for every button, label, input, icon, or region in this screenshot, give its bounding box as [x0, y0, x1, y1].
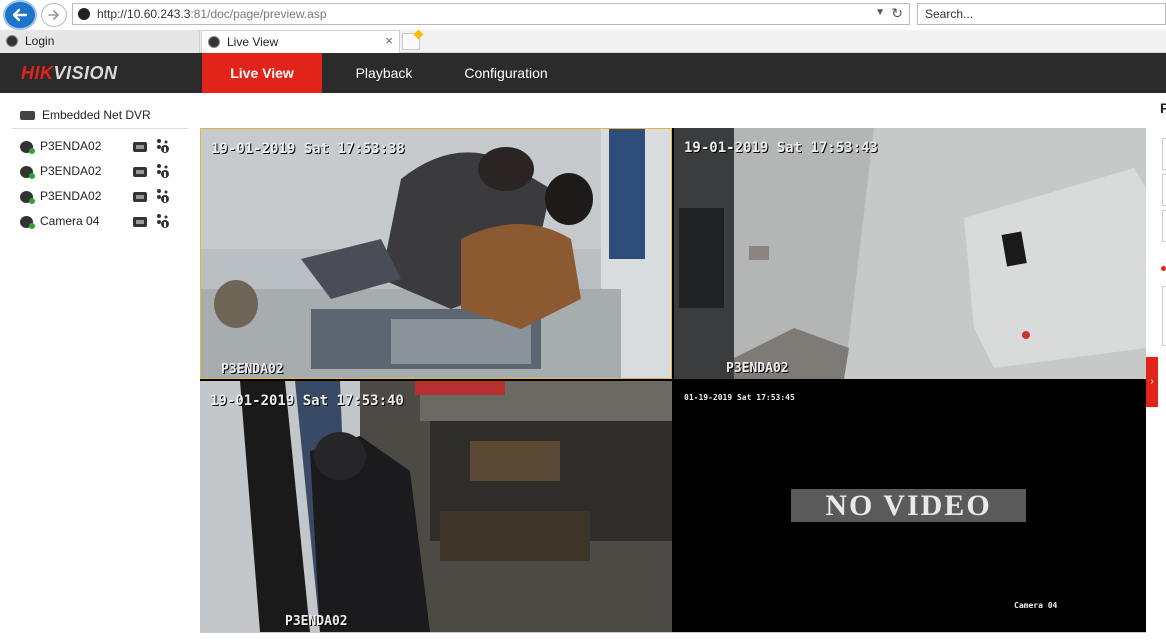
- url-path: :81/doc/page/preview.asp: [190, 7, 327, 21]
- record-icon[interactable]: [133, 192, 147, 202]
- arrow-left-icon: [12, 8, 28, 22]
- device-name: Embedded Net DVR: [42, 108, 151, 122]
- device-node[interactable]: Embedded Net DVR: [20, 108, 151, 122]
- video-pane[interactable]: 01-19-2019 Sat 17:53:45 NO VIDEO Camera …: [674, 381, 1146, 632]
- camera-label-overlay: P3ENDA02: [221, 362, 284, 377]
- camera-item[interactable]: Camera 04: [20, 213, 180, 233]
- video-grid: 19-01-2019 Sat 17:53:38 P3ENDA02 19-01-2…: [200, 128, 1146, 632]
- camera-icon: [20, 216, 35, 229]
- ptz-icon[interactable]: [154, 138, 170, 154]
- app-header: HIKVISION Live View Playback Configurati…: [0, 53, 1166, 93]
- tab-favicon-icon: [208, 36, 220, 48]
- camera-icon: [20, 191, 35, 204]
- close-tab-icon[interactable]: ×: [385, 33, 393, 48]
- device-tree-panel: Embedded Net DVR P3ENDA02 P3ENDA02 P3END…: [0, 93, 200, 640]
- tab-live-view[interactable]: Live View ×: [201, 30, 400, 53]
- camera-label-overlay: Camera 04: [1014, 601, 1058, 610]
- camera-icon: [20, 166, 35, 179]
- status-dot: [1161, 266, 1166, 271]
- record-icon[interactable]: [133, 167, 147, 177]
- right-panel-control[interactable]: [1162, 286, 1166, 346]
- timestamp-overlay: 19-01-2019 Sat 17:53:40: [210, 393, 404, 409]
- video-pane[interactable]: 19-01-2019 Sat 17:53:40 P3ENDA02: [200, 381, 672, 632]
- camera-label-overlay: P3ENDA02: [285, 614, 348, 629]
- right-panel-control[interactable]: [1162, 210, 1166, 242]
- camera-feed-image: [200, 381, 672, 632]
- grid-bottom-border: [200, 632, 1146, 633]
- logo-part-gray: VISION: [53, 63, 118, 83]
- ptz-icon[interactable]: [154, 213, 170, 229]
- collapse-panel-button[interactable]: ›: [1146, 357, 1158, 407]
- refresh-icon[interactable]: ↻: [891, 5, 903, 22]
- forward-button[interactable]: [41, 3, 67, 27]
- dvr-icon: [20, 111, 35, 120]
- camera-name: Camera 04: [40, 214, 100, 228]
- camera-name: P3ENDA02: [40, 139, 102, 153]
- camera-item[interactable]: P3ENDA02: [20, 188, 180, 208]
- nav-live-view[interactable]: Live View: [202, 53, 322, 93]
- browser-search-field[interactable]: Search...: [917, 3, 1166, 25]
- camera-feed-image: [674, 128, 1146, 379]
- nav-configuration[interactable]: Configuration: [446, 53, 566, 93]
- camera-item[interactable]: P3ENDA02: [20, 163, 180, 183]
- timestamp-overlay: 01-19-2019 Sat 17:53:45: [684, 393, 795, 402]
- divider: [12, 128, 188, 129]
- right-panel-control[interactable]: [1162, 174, 1166, 206]
- tab-live-view-label: Live View: [227, 35, 279, 49]
- timestamp-overlay: 19-01-2019 Sat 17:53:43: [684, 140, 878, 156]
- hikvision-logo: HIKVISION: [21, 63, 118, 84]
- browser-tab-strip: Login Live View ×: [0, 30, 1166, 53]
- url-field[interactable]: http://10.60.243.3:81/doc/page/preview.a…: [72, 3, 910, 25]
- right-panel-control[interactable]: [1162, 138, 1166, 170]
- tab-favicon-icon: [6, 35, 18, 47]
- camera-icon: [20, 141, 35, 154]
- nav-playback[interactable]: Playback: [334, 53, 434, 93]
- arrow-right-icon: [48, 10, 59, 20]
- logo-part-red: HIK: [21, 63, 54, 83]
- search-placeholder: Search...: [925, 7, 974, 21]
- timestamp-overlay: 19-01-2019 Sat 17:53:38: [211, 141, 405, 157]
- camera-feed-image: [201, 129, 671, 378]
- back-button[interactable]: [3, 0, 37, 30]
- record-icon[interactable]: [133, 142, 147, 152]
- url-dropdown-icon[interactable]: ▼: [875, 7, 885, 18]
- site-favicon-icon: [78, 8, 90, 20]
- camera-item[interactable]: P3ENDA02: [20, 138, 180, 158]
- camera-name: P3ENDA02: [40, 164, 102, 178]
- right-panel-heading: F: [1160, 100, 1166, 116]
- video-pane[interactable]: 19-01-2019 Sat 17:53:38 P3ENDA02: [200, 128, 672, 379]
- camera-name: P3ENDA02: [40, 189, 102, 203]
- url-text: http://10.60.243.3:81/doc/page/preview.a…: [97, 7, 327, 21]
- ptz-icon[interactable]: [154, 163, 170, 179]
- no-video-banner: NO VIDEO: [791, 489, 1026, 522]
- tab-login[interactable]: Login: [0, 30, 200, 53]
- ptz-icon[interactable]: [154, 188, 170, 204]
- tab-login-label: Login: [25, 34, 55, 48]
- video-pane[interactable]: 19-01-2019 Sat 17:53:43 P3ENDA02: [674, 128, 1146, 379]
- browser-address-bar: http://10.60.243.3:81/doc/page/preview.a…: [0, 0, 1166, 30]
- record-icon[interactable]: [133, 217, 147, 227]
- camera-label-overlay: P3ENDA02: [726, 361, 789, 376]
- new-tab-button[interactable]: [402, 33, 420, 50]
- url-host: http://10.60.243.3: [97, 7, 191, 21]
